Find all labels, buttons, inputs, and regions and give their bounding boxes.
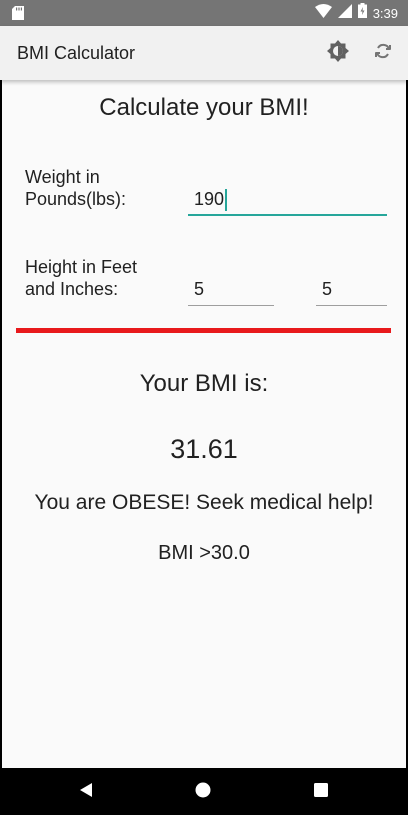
battery-icon xyxy=(357,3,367,23)
feet-input-value: 5 xyxy=(194,279,205,299)
bmi-category-divider xyxy=(16,328,391,333)
weight-label-line1: Weight in xyxy=(25,167,100,187)
brightness-icon xyxy=(327,39,349,67)
wifi-icon xyxy=(314,3,332,23)
result-title: Your BMI is: xyxy=(139,370,269,397)
bmi-message: You are OBESE! Seek medical help! xyxy=(34,491,374,514)
inches-input-value: 5 xyxy=(322,279,333,299)
phone-screen: 3:39 BMI Calculator Calculate your BMI! … xyxy=(0,0,408,815)
signal-icon xyxy=(337,3,352,23)
recents-icon xyxy=(314,782,328,802)
bmi-value: 31.61 xyxy=(170,434,238,464)
refresh-icon xyxy=(373,41,393,66)
back-icon xyxy=(78,782,94,803)
weight-label-line2: Pounds(lbs): xyxy=(25,189,127,209)
feet-input[interactable]: 5 xyxy=(188,276,274,306)
inches-input[interactable]: 5 xyxy=(316,276,387,306)
sd-card-icon xyxy=(12,6,24,20)
navigation-bar xyxy=(0,768,408,815)
page-heading: Calculate your BMI! xyxy=(99,94,309,121)
back-button[interactable] xyxy=(74,780,98,804)
home-icon xyxy=(195,782,211,803)
app-title: BMI Calculator xyxy=(17,43,136,63)
weight-input-value: 190 xyxy=(194,189,225,209)
height-label-line1: Height in Feet xyxy=(25,257,138,277)
weight-input[interactable]: 190 xyxy=(188,186,387,216)
brightness-button[interactable] xyxy=(325,39,351,67)
height-label: Height in Feet and Inches: xyxy=(25,256,137,300)
weight-label: Weight in Pounds(lbs): xyxy=(25,166,126,210)
status-time: 3:39 xyxy=(372,5,398,21)
height-label-line2: and Inches: xyxy=(25,279,119,299)
status-bar: 3:39 xyxy=(0,0,408,26)
recents-button[interactable] xyxy=(309,780,333,804)
home-button[interactable] xyxy=(191,780,215,804)
refresh-button[interactable] xyxy=(370,40,396,66)
main-content: Calculate your BMI! Weight in Pounds(lbs… xyxy=(2,80,406,768)
bmi-range: BMI >30.0 xyxy=(158,542,250,564)
app-bar: BMI Calculator xyxy=(0,26,408,80)
text-cursor xyxy=(225,189,228,212)
